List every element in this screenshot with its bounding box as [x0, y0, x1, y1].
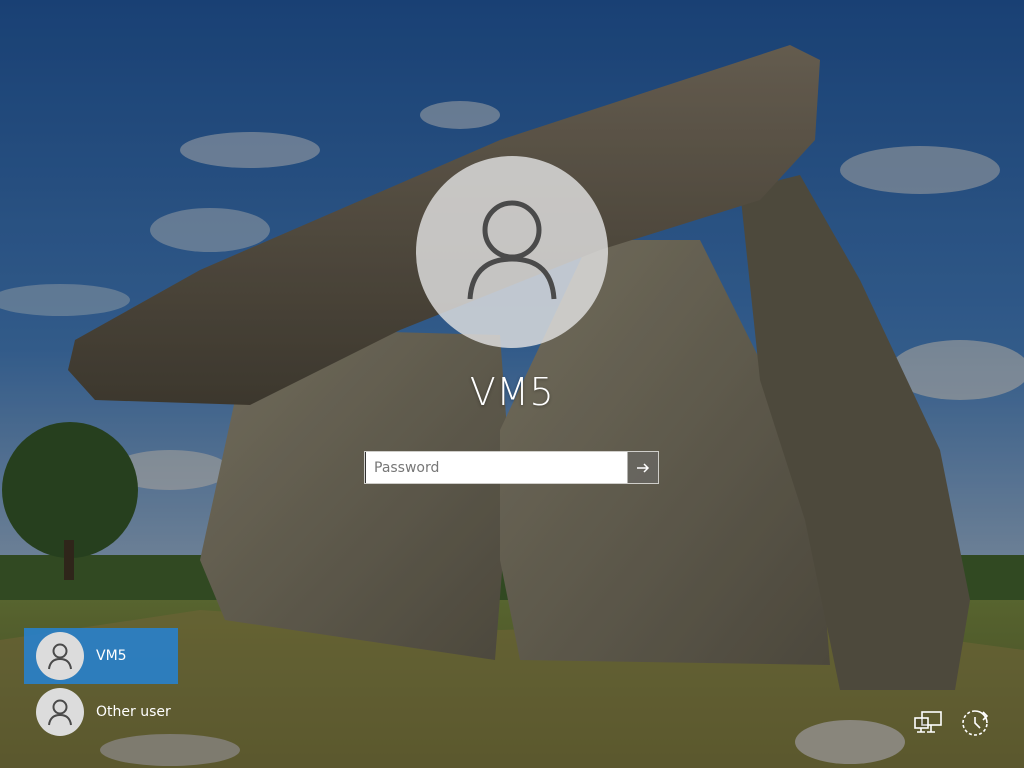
- user-list-item-vm5[interactable]: VM5: [24, 628, 178, 684]
- user-icon: [467, 200, 557, 300]
- user-list-label: Other user: [96, 704, 171, 720]
- submit-password-button[interactable]: [627, 452, 658, 483]
- user-icon: [48, 699, 72, 726]
- user-list-item-other-user[interactable]: Other user: [24, 684, 178, 740]
- user-icon: [48, 643, 72, 670]
- password-box: [364, 451, 659, 484]
- user-list-label: VM5: [96, 648, 127, 664]
- user-avatar: [36, 632, 84, 680]
- ease-of-access-icon: [962, 710, 989, 736]
- network-icon: [914, 711, 942, 733]
- ease-of-access-button[interactable]: [958, 706, 992, 740]
- user-avatar: [36, 688, 84, 736]
- network-button[interactable]: [911, 706, 945, 740]
- account-avatar: [416, 156, 608, 348]
- account-username: VM5: [469, 370, 555, 414]
- arrow-right-icon: [637, 462, 650, 473]
- password-input[interactable]: [365, 452, 627, 483]
